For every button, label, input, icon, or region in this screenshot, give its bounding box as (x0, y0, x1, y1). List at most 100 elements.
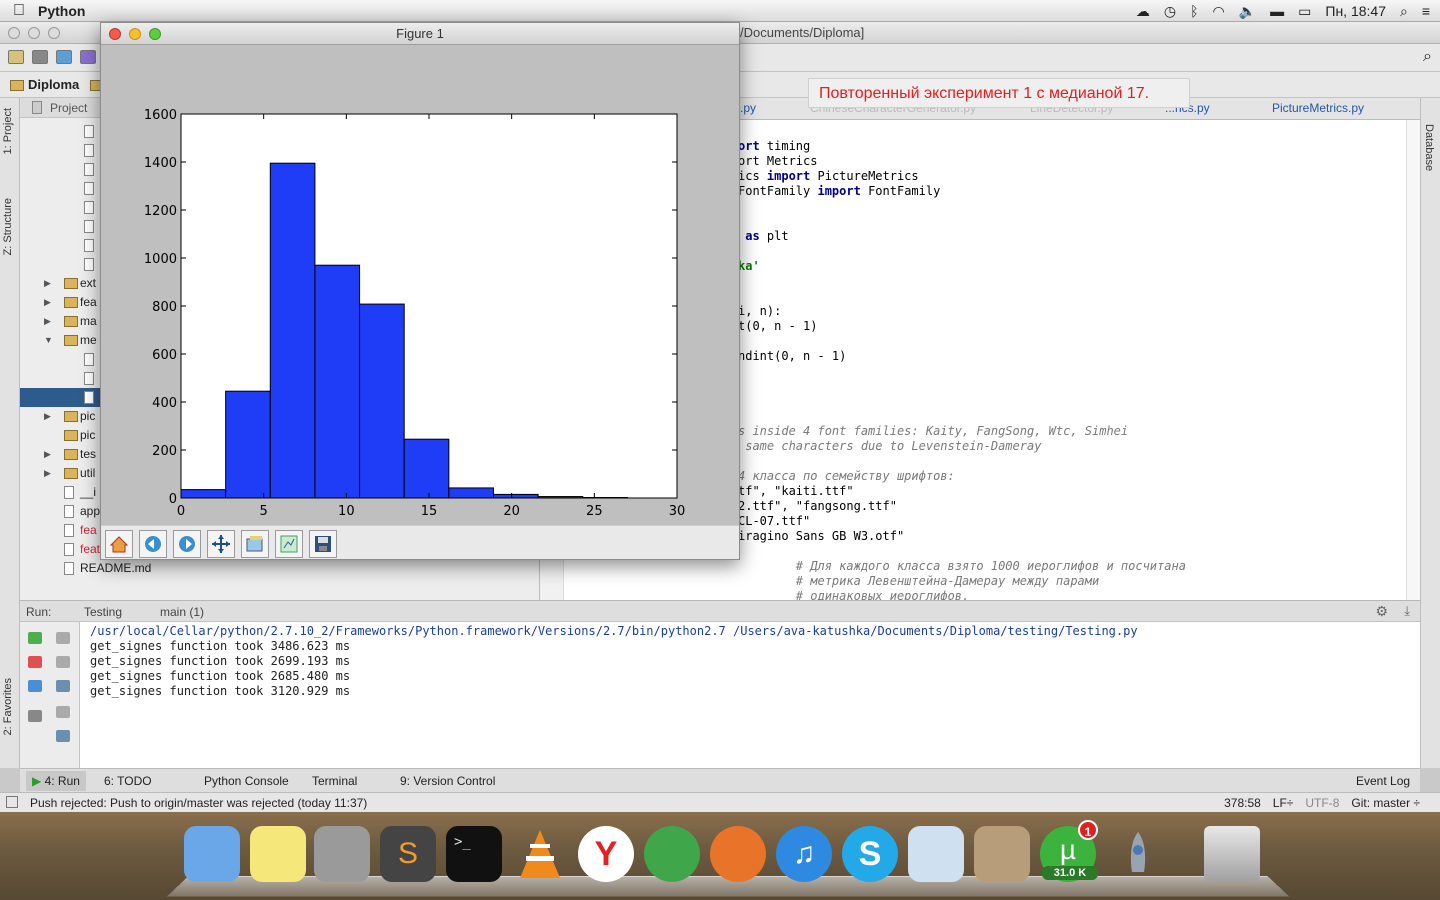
open-folder-icon[interactable] (8, 50, 24, 64)
forward-icon[interactable] (173, 530, 201, 558)
stickies-icon[interactable] (250, 826, 306, 882)
tree-file[interactable]: README.md (20, 559, 540, 578)
chevron-right-icon[interactable]: ▶ (44, 312, 51, 331)
code-line[interactable]: FontFamily import FontFamily (738, 184, 940, 198)
trash-icon[interactable] (1204, 826, 1260, 882)
code-line[interactable]: 4 класса по семейству шрифтов: (738, 469, 955, 483)
scroll-icon[interactable] (56, 706, 70, 718)
code-line[interactable]: ndint(0, n - 1) (738, 349, 846, 363)
chevron-right-icon[interactable]: ▶ (44, 293, 51, 312)
yandex-browser-icon[interactable]: Y (578, 826, 634, 882)
home-icon[interactable] (105, 530, 133, 558)
save-icon[interactable] (309, 530, 337, 558)
clock[interactable]: Пн, 18:47 (1325, 3, 1386, 19)
chevron-right-icon[interactable]: ▶ (44, 274, 51, 293)
rerun-icon[interactable] (28, 632, 42, 644)
code-line[interactable]: as plt (738, 229, 788, 243)
pan-icon[interactable] (207, 530, 235, 558)
close-icon[interactable] (109, 28, 121, 40)
code-line[interactable]: ort timing (738, 139, 810, 153)
line-separator[interactable]: LF÷ (1273, 796, 1294, 810)
sync-icon[interactable] (56, 50, 72, 64)
code-line[interactable]: CL-07.ttf" (738, 514, 810, 528)
code-line[interactable]: tf", "kaiti.ttf" (738, 484, 854, 498)
apple-icon[interactable]:  (0, 2, 38, 20)
back-icon[interactable] (139, 530, 167, 558)
finder-icon[interactable] (184, 826, 240, 882)
code-line[interactable]: ka' (738, 259, 760, 273)
layout-icon[interactable] (28, 710, 42, 722)
code-line[interactable]: iragino Sans GB W3.otf" (738, 529, 904, 543)
close-icon[interactable] (8, 27, 20, 39)
editor-scrollbar[interactable] (1406, 120, 1420, 600)
up-icon[interactable] (56, 632, 70, 644)
print-icon[interactable] (56, 730, 70, 742)
system-preferences-icon[interactable] (314, 826, 370, 882)
search-everywhere-icon[interactable]: ⌕ (1423, 48, 1432, 66)
wifi-icon[interactable]: ◠ (1212, 3, 1224, 20)
wrap-icon[interactable] (56, 680, 70, 692)
mail-icon[interactable] (908, 826, 964, 882)
chevron-right-icon[interactable]: ▶ (44, 407, 51, 426)
volume-icon[interactable]: 🔈 (1239, 3, 1256, 20)
tab-python-console[interactable]: Python Console (204, 774, 289, 788)
tab-terminal[interactable]: Terminal (312, 774, 357, 788)
tab-favorites[interactable]: 2: Favorites (2, 678, 14, 735)
list-icon[interactable]: ≡ (1422, 3, 1430, 19)
chevron-right-icon[interactable]: ▶ (44, 464, 51, 483)
app-name[interactable]: Python (38, 3, 85, 19)
sublime-text-icon[interactable]: S (380, 826, 436, 882)
tab-version-control[interactable]: 9: Version Control (400, 774, 495, 788)
tab-run[interactable]: ▶ 4: Run (26, 771, 86, 791)
spotlight-icon[interactable]: ⌕ (1400, 3, 1408, 20)
encoding[interactable]: UTF-8 (1305, 796, 1339, 810)
save-all-icon[interactable] (32, 50, 48, 64)
subplots-icon[interactable] (275, 530, 303, 558)
cloud-icon[interactable]: ☁ (1136, 3, 1150, 20)
hide-panel-icon[interactable]: ⤓ (1404, 603, 1410, 619)
status-message[interactable]: Push rejected: Push to origin/master was… (30, 796, 367, 810)
iphoto-icon[interactable] (974, 826, 1030, 882)
firefox-icon[interactable] (710, 826, 766, 882)
down-icon[interactable] (56, 656, 70, 668)
git-branch[interactable]: Git: master ÷ (1351, 796, 1420, 810)
project-panel-title[interactable]: Project (50, 101, 87, 115)
vlc-icon[interactable] (512, 826, 568, 882)
code-line[interactable]: i, n): (738, 304, 781, 318)
flag-icon[interactable]: ▬ (1270, 3, 1284, 19)
pycharm-icon[interactable] (644, 826, 700, 882)
run-tab-testing[interactable]: Testing (84, 605, 122, 619)
bluetooth-icon[interactable]: ᛒ (1190, 3, 1198, 19)
figure-canvas[interactable]: 0 5 10 15 20 25 30 0 200 400 600 800 1000 1200 1400 160… (101, 45, 739, 525)
code-line[interactable]: same characters due to Levenstein-Damera… (738, 439, 1041, 453)
run-tab-main[interactable]: main (1) (160, 605, 204, 619)
code-line[interactable]: ics import PictureMetrics (738, 169, 919, 183)
run-console[interactable]: /usr/local/Cellar/python/2.7.10_2/Framew… (80, 622, 1420, 768)
minimize-icon[interactable] (129, 28, 141, 40)
tab-database[interactable]: Database (1423, 124, 1435, 171)
back-nav-icon[interactable] (80, 50, 96, 64)
terminal-icon[interactable]: >_ (446, 826, 502, 882)
breadcrumb-project[interactable]: Diploma (28, 77, 79, 92)
chevron-right-icon[interactable]: ▶ (44, 445, 51, 464)
event-log-button[interactable]: Event Log (1356, 774, 1410, 788)
stop-icon[interactable] (28, 656, 42, 668)
minimize-icon[interactable] (28, 27, 40, 39)
skype-icon[interactable]: S (842, 826, 898, 882)
histogram-chart[interactable]: 0 5 10 15 20 25 30 0 200 400 600 800 1000 1200 1400 160… (101, 45, 739, 525)
timemachine-icon[interactable]: ◷ (1164, 3, 1176, 20)
gear-icon[interactable]: ⚙ (1375, 603, 1388, 620)
tab-todo[interactable]: 6: TODO (104, 774, 152, 788)
caret-position[interactable]: 378:58 (1224, 796, 1261, 810)
zoom-icon[interactable] (48, 27, 60, 39)
code-line[interactable]: ort Metrics (738, 154, 817, 168)
zoom-rect-icon[interactable] (241, 530, 269, 558)
battery-icon[interactable]: ▭ (1298, 3, 1311, 20)
status-toggle-icon[interactable] (6, 796, 18, 808)
code-line[interactable]: # метрика Левенштейна-Дамерау между пара… (738, 574, 1099, 588)
code-line[interactable]: # Для каждого класса взято 1000 иероглиф… (738, 559, 1186, 573)
tab-project[interactable]: 1: Project (2, 108, 14, 154)
pause-icon[interactable] (28, 680, 42, 692)
editor-tab[interactable]: .py (740, 101, 756, 115)
rocket-icon[interactable] (1110, 826, 1166, 882)
